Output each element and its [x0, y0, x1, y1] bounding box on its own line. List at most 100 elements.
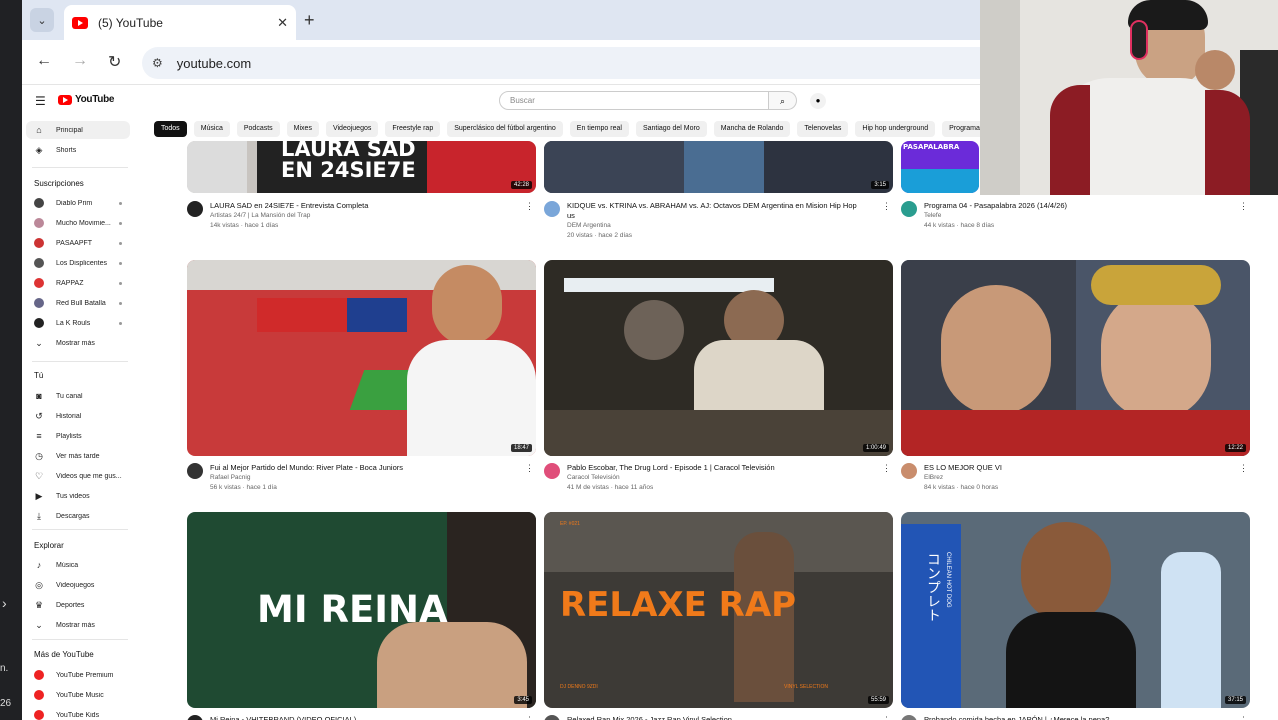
video-title[interactable]: ES LO MEJOR QUE VI	[924, 463, 1224, 473]
filter-chip[interactable]: Podcasts	[236, 121, 280, 137]
more-options-icon[interactable]: ⋮	[882, 715, 891, 720]
filter-chip[interactable]: Hip hop underground	[855, 121, 936, 137]
channel-name[interactable]: DEM Argentina	[567, 222, 611, 229]
tab-search-button[interactable]: ⌄	[30, 8, 54, 32]
video-title[interactable]: KIDQUE vs. KTRINA vs. ABRAHAM vs. AJ: Oc…	[567, 201, 867, 211]
sidebar-item[interactable]: ⌂ Principal	[26, 121, 130, 139]
filter-chip[interactable]: Superclásico del fútbol argentino	[447, 121, 563, 137]
filter-chip[interactable]: Videojuegos	[325, 121, 379, 137]
sidebar-item[interactable]: ♡ Videos que me gus...	[26, 467, 130, 485]
filter-chip[interactable]: Mancha de Rolando	[713, 121, 791, 137]
channel-avatar[interactable]	[901, 463, 917, 479]
channel-avatar[interactable]	[187, 201, 203, 217]
sidebar-section-header[interactable]: Explorar	[34, 541, 64, 550]
channel-name[interactable]: Telefe	[924, 212, 941, 219]
channel-name[interactable]: Rafael Pacnig	[210, 474, 250, 481]
sidebar-item[interactable]: ♛ Deportes	[26, 596, 130, 614]
sidebar-item[interactable]: Mucho Movimie...	[26, 214, 130, 232]
more-options-icon[interactable]: ⋮	[1239, 463, 1248, 474]
sidebar-item[interactable]: RAPPAZ	[26, 274, 130, 292]
close-icon[interactable]: ✕	[277, 15, 288, 31]
sidebar-section-header[interactable]: Suscripciones	[34, 179, 84, 188]
filter-chip[interactable]: Programas de juegos	[942, 121, 984, 137]
video-title[interactable]: Programa 04 - Pasapalabra 2026 (14/4/26)	[924, 201, 1224, 211]
sidebar-item[interactable]: YouTube Music	[26, 686, 130, 704]
more-options-icon[interactable]: ⋮	[882, 201, 891, 212]
sidebar-item[interactable]: Los Displicentes	[26, 254, 130, 272]
filter-chip[interactable]: Mixes	[286, 121, 319, 137]
video-title[interactable]: Probando comida hecha en JAPÓN | ¿Merece…	[924, 715, 1224, 720]
sidebar-item[interactable]: ◎ Videojuegos	[26, 576, 130, 594]
sidebar-item[interactable]: Diablo Prim	[26, 194, 130, 212]
back-arrow-icon[interactable]: ←	[36, 52, 52, 70]
video-thumbnail[interactable]: 3:15	[544, 141, 893, 193]
more-options-icon[interactable]: ⋮	[525, 715, 534, 720]
channel-avatar[interactable]	[901, 715, 917, 720]
microphone-button[interactable]: ●	[810, 93, 826, 109]
sidebar-item[interactable]: Red Bull Batalla	[26, 294, 130, 312]
forward-arrow-icon[interactable]: →	[72, 52, 88, 70]
channel-name[interactable]: Artistas 24/7 | La Mansión del Trap	[210, 212, 310, 219]
more-options-icon[interactable]: ⋮	[525, 201, 534, 212]
channel-avatar[interactable]	[544, 463, 560, 479]
video-thumbnail[interactable]: RELAXE RAP EP. #021 VINYL SELECTION DJ D…	[544, 512, 893, 708]
channel-name[interactable]: ElBrez	[924, 474, 943, 481]
video-title[interactable]: Mi Reina - VHITEBRAND (VIDEO OFICIAL)	[210, 715, 510, 720]
sidebar-item[interactable]: ◙ Tu canal	[26, 387, 130, 405]
sidebar-item[interactable]: YouTube Kids	[26, 706, 130, 720]
channel-name[interactable]: Caracol Televisión	[567, 474, 620, 481]
sidebar-item-label: Videos que me gus...	[56, 472, 122, 480]
site-info-icon[interactable]: ⚙	[152, 56, 163, 70]
sidebar-item[interactable]: ◈ Shorts	[26, 141, 130, 159]
video-title[interactable]: Fui al Mejor Partido del Mundo: River Pl…	[210, 463, 510, 473]
video-title[interactable]: Pablo Escobar, The Drug Lord - Episode 1…	[567, 463, 867, 473]
filter-chip[interactable]: Santiago del Moro	[635, 121, 707, 137]
sidebar-item[interactable]: PASAAPFT	[26, 234, 130, 252]
tab-youtube[interactable]: (5) YouTube ✕	[64, 5, 296, 40]
search-input[interactable]: Buscar	[499, 91, 769, 110]
search-button[interactable]: ⌕	[769, 91, 797, 110]
menu-icon[interactable]: ☰	[35, 94, 46, 108]
sidebar-item[interactable]: ⌄ Mostrar más	[26, 334, 130, 352]
sidebar-item[interactable]: ⌄ Mostrar más	[26, 616, 130, 634]
filter-chip[interactable]: Freestyle rap	[385, 121, 441, 137]
more-options-icon[interactable]: ⋮	[1239, 201, 1248, 212]
video-thumbnail[interactable]: PASAPALABRA	[901, 141, 979, 193]
filter-chip[interactable]: En tiempo real	[569, 121, 629, 137]
sidebar-item[interactable]: ▶ Tus videos	[26, 487, 130, 505]
filter-chip[interactable]: Música	[193, 121, 230, 137]
channel-avatar[interactable]	[544, 715, 560, 720]
channel-avatar[interactable]	[187, 463, 203, 479]
new-tab-button[interactable]: +	[304, 10, 315, 31]
video-title[interactable]: LAURA SAD en 24SIE7E - Entrevista Comple…	[210, 201, 510, 211]
video-thumbnail[interactable]: 18:47	[187, 260, 536, 456]
channel-avatar[interactable]	[544, 201, 560, 217]
channel-avatar[interactable]	[901, 201, 917, 217]
more-options-icon[interactable]: ⋮	[1239, 715, 1248, 720]
sidebar-item[interactable]: ≡ Playlists	[26, 427, 130, 445]
channel-avatar[interactable]	[187, 715, 203, 720]
video-thumbnail[interactable]: 1:00:49	[544, 260, 893, 456]
sidebar-item[interactable]: La K Rouls	[26, 314, 130, 332]
more-options-icon[interactable]: ⋮	[525, 463, 534, 474]
sidebar-item[interactable]: YouTube Premium	[26, 666, 130, 684]
filter-chip[interactable]: Todos	[154, 121, 187, 137]
new-content-dot	[119, 281, 122, 285]
sidebar-item-label: Tus videos	[56, 492, 90, 500]
video-thumbnail[interactable]: コンプレト CHILEAN HOT DOG 37:15	[901, 512, 1250, 708]
youtube-logo[interactable]: YouTube	[58, 94, 115, 105]
sidebar-item[interactable]: ◷ Ver más tarde	[26, 447, 130, 465]
filter-chip[interactable]: Telenovelas	[797, 121, 849, 137]
video-thumbnail[interactable]: MI REINA 3:45	[187, 512, 536, 708]
more-options-icon[interactable]: ⋮	[882, 463, 891, 474]
duration-badge: 55:59	[867, 696, 889, 704]
video-thumbnail[interactable]: 12:22	[901, 260, 1250, 456]
sidebar-item[interactable]: ↺ Historial	[26, 407, 130, 425]
video-thumbnail[interactable]: LAURA SAD EN 24SIE7E 42:28	[187, 141, 536, 193]
sidebar-section-header[interactable]: Más de YouTube	[34, 650, 94, 659]
video-title[interactable]: Relaxed Rap Mix 2026 - Jazz Rap Vinyl Se…	[567, 715, 867, 720]
reload-icon[interactable]: ↻	[108, 52, 121, 72]
sidebar-item[interactable]: ⤓ Descargas	[26, 507, 130, 525]
sidebar-section-header[interactable]: Tú	[34, 371, 43, 380]
sidebar-item[interactable]: ♪ Música	[26, 556, 130, 574]
